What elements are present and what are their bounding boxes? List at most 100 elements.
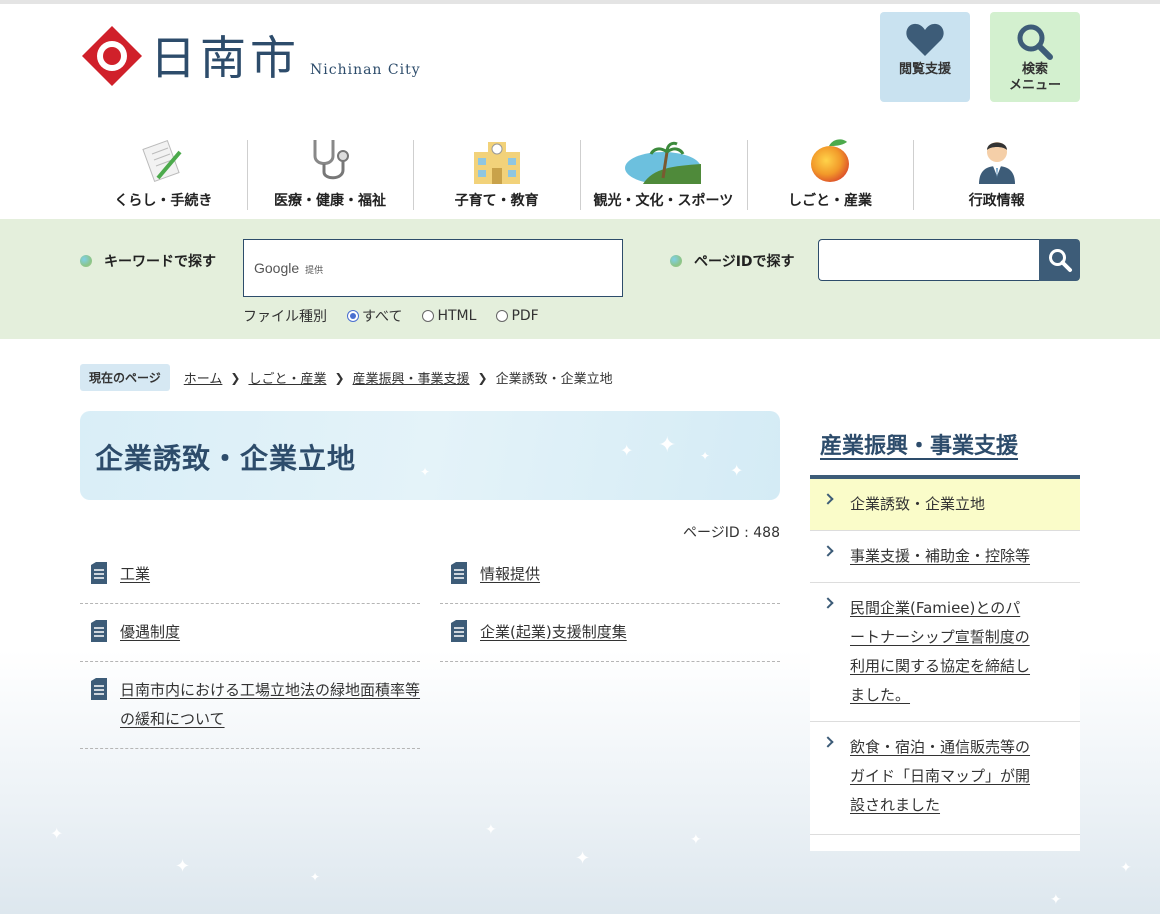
- radio-label: すべて: [362, 309, 403, 325]
- sidebar-item-famiee[interactable]: 民間企業(Famiee)とのパートナーシップ宣誓制度の利用に関する協定を締結しま…: [810, 583, 1080, 722]
- mango-icon: [811, 139, 850, 182]
- search-menu-button[interactable]: 検索 メニュー: [990, 12, 1080, 102]
- breadcrumb: 現在のページ ホーム ❯ しごと・産業 ❯ 産業振興・事業支援 ❯ 企業誘致・企…: [80, 364, 613, 391]
- document-icon: [91, 562, 107, 584]
- sidebar-item-business-support[interactable]: 事業支援・補助金・控除等: [810, 531, 1080, 583]
- radio-unchecked-icon: [496, 310, 509, 322]
- gnav-label: 子育て・教育: [454, 193, 539, 209]
- logo-subtitle: Nichinan City: [310, 62, 421, 78]
- sidebar-item-label: 事業支援・補助金・控除等: [850, 547, 1031, 565]
- page-title-box: 企業誘致・企業立地 ✦ ✦ ✦ ✦ ✦: [80, 411, 780, 500]
- stethoscope-icon: [313, 140, 349, 180]
- radio-checked-icon: [347, 310, 359, 322]
- google-text: Google: [254, 260, 300, 276]
- sidebar-list: 企業誘致・企業立地 事業支援・補助金・控除等 民間企業(Famiee)とのパート…: [810, 479, 1080, 851]
- keyword-search-input[interactable]: Google 提供: [243, 239, 623, 297]
- radio-label: PDF: [511, 308, 539, 324]
- filetype-label: ファイル種別: [243, 309, 327, 325]
- gnav-item-living[interactable]: くらし・手続き: [80, 132, 247, 212]
- magnifier-icon: [1017, 24, 1053, 60]
- sidebar-item-label: 企業誘致・企業立地: [850, 495, 986, 513]
- breadcrumb-link-work[interactable]: しごと・産業: [248, 368, 326, 387]
- pageid-search-text: ページIDで探す: [694, 254, 795, 270]
- link-incentives[interactable]: 優遇制度: [120, 618, 180, 647]
- gnav-item-education[interactable]: 子育て・教育: [413, 132, 580, 212]
- chevron-right-icon: ❯: [230, 370, 241, 385]
- heart-icon: [906, 23, 944, 56]
- page-title: 企業誘致・企業立地: [95, 442, 357, 475]
- link-green-area-relaxation[interactable]: 日南市内における工場立地法の緑地面積率等の緩和について: [120, 676, 420, 734]
- palm-coast-icon: [625, 141, 702, 184]
- reading-support-label: 閲覧支援: [898, 62, 951, 77]
- search-band: キーワードで探す Google 提供 ファイル種別 すべて HTML PDF ペー…: [0, 219, 1160, 339]
- sparkle-icon: ✦: [1120, 860, 1132, 876]
- pageid-search-button[interactable]: [1039, 239, 1080, 281]
- sidebar-bottom-spacer: [810, 835, 1080, 851]
- document-icon: [451, 562, 467, 584]
- sidebar-item-nichinan-map[interactable]: 飲食・宿泊・通信販売等のガイド「日南マップ」が開設されました: [810, 722, 1080, 835]
- search-menu-label: 検索 メニュー: [1008, 62, 1061, 93]
- notepad-pencil-icon: [142, 139, 182, 183]
- sparkle-icon: ✦: [310, 870, 321, 884]
- google-badge: Google 提供: [254, 260, 323, 276]
- school-building-icon: [473, 142, 520, 184]
- chevron-right-icon: [822, 597, 834, 609]
- chevron-right-icon: [822, 545, 834, 557]
- sparkle-icon: ✦: [620, 441, 634, 460]
- sparkle-icon: ✦: [658, 433, 677, 458]
- sparkle-icon: ✦: [420, 465, 431, 479]
- keyword-search-text: キーワードで探す: [104, 254, 216, 270]
- list-item: 工業: [80, 560, 420, 604]
- gnav-item-work[interactable]: しごと・産業: [746, 132, 914, 212]
- gnav-label: くらし・手続き: [114, 193, 213, 209]
- page-id: ページID : 488: [683, 525, 780, 541]
- sparkle-icon: ✦: [1050, 892, 1062, 908]
- breadcrumb-current: 企業誘致・企業立地: [495, 372, 613, 387]
- document-icon: [91, 678, 107, 700]
- gnav-item-tourism[interactable]: 観光・文化・スポーツ: [580, 132, 747, 212]
- gnav-label: 行政情報: [968, 193, 1025, 209]
- reading-support-button[interactable]: 閲覧支援: [880, 12, 970, 102]
- filetype-radio-all[interactable]: すべて: [347, 306, 402, 326]
- breadcrumb-link-home[interactable]: ホーム: [184, 368, 223, 387]
- list-item: 優遇制度: [80, 618, 420, 662]
- chevron-right-icon: ❯: [334, 370, 345, 385]
- site-logo[interactable]: 日南市 Nichinan City: [80, 24, 421, 88]
- filetype-radio-pdf[interactable]: PDF: [496, 308, 539, 324]
- gnav-item-admin[interactable]: 行政情報: [913, 132, 1080, 212]
- link-startup-support[interactable]: 企業(起業)支援制度集: [480, 618, 627, 647]
- chevron-right-icon: [822, 736, 834, 748]
- official-person-icon: [978, 142, 1015, 184]
- gnav-item-medical[interactable]: 医療・健康・福祉: [246, 132, 414, 212]
- document-icon: [451, 620, 467, 642]
- filetype-radio-html[interactable]: HTML: [422, 308, 476, 324]
- filetype-options: ファイル種別 すべて HTML PDF: [243, 306, 559, 326]
- google-sub-text: 提供: [305, 265, 324, 275]
- sparkle-icon: ✦: [485, 822, 497, 838]
- bullet-dot-icon: [80, 255, 92, 267]
- list-item: 情報提供: [440, 560, 780, 604]
- city-emblem-icon: [82, 26, 142, 86]
- radio-unchecked-icon: [422, 310, 435, 322]
- link-info[interactable]: 情報提供: [480, 560, 540, 589]
- global-nav: くらし・手続き 医療・健康・福祉 子育て・教育 観光・文化・スポーツ しごと・産…: [80, 132, 1080, 212]
- sidebar-item-label: 飲食・宿泊・通信販売等のガイド「日南マップ」が開設されました: [850, 738, 1031, 814]
- radio-label: HTML: [437, 308, 477, 324]
- search-icon: [1048, 249, 1072, 272]
- list-item: 日南市内における工場立地法の緑地面積率等の緩和について: [80, 676, 420, 749]
- breadcrumb-tag: 現在のページ: [80, 364, 170, 391]
- gnav-label: 観光・文化・スポーツ: [593, 193, 734, 209]
- chevron-right-icon: [822, 493, 834, 505]
- sparkle-icon: ✦: [690, 832, 702, 848]
- document-icon: [91, 620, 107, 642]
- pageid-input[interactable]: [818, 239, 1040, 281]
- gnav-label: しごと・産業: [788, 193, 873, 209]
- sidebar-item-company-location[interactable]: 企業誘致・企業立地: [810, 479, 1080, 531]
- top-border: [0, 0, 1160, 4]
- sidebar-title[interactable]: 産業振興・事業支援: [820, 428, 1018, 460]
- link-industry[interactable]: 工業: [120, 560, 150, 589]
- sidebar-item-label: 民間企業(Famiee)とのパートナーシップ宣誓制度の利用に関する協定を締結しま…: [850, 599, 1031, 704]
- gnav-label: 医療・健康・福祉: [274, 193, 386, 209]
- breadcrumb-link-industry[interactable]: 産業振興・事業支援: [353, 368, 470, 387]
- list-item: 企業(起業)支援制度集: [440, 618, 780, 662]
